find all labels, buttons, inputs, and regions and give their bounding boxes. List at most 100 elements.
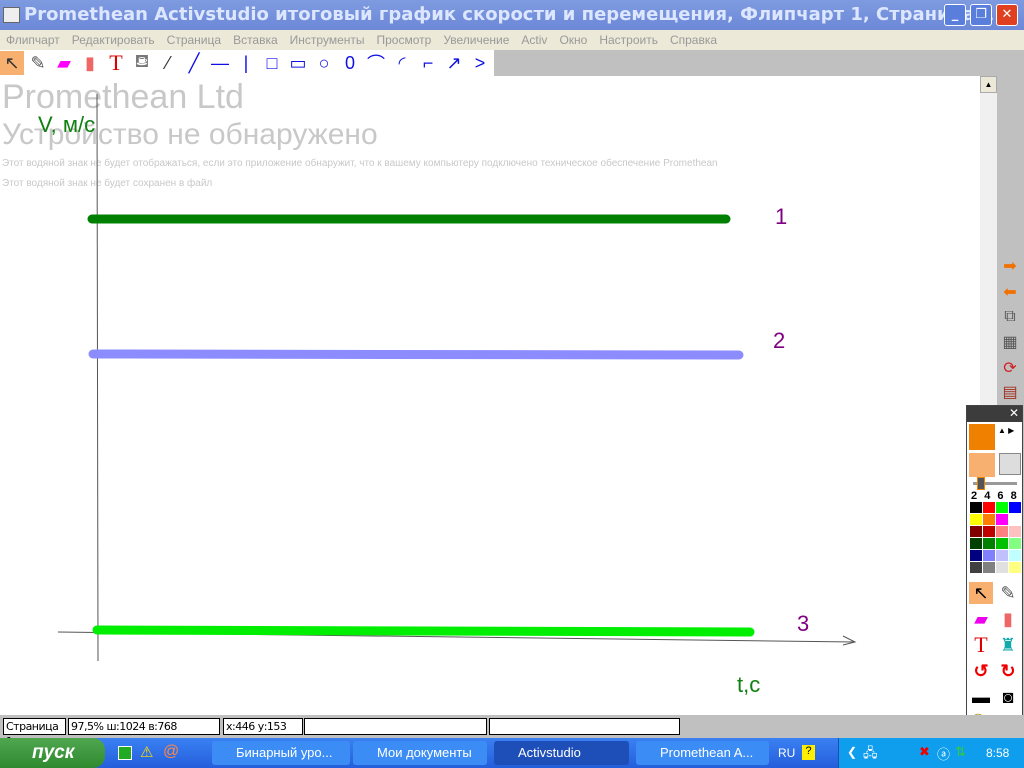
select-icon[interactable]: ↖ [0, 51, 24, 75]
minimize-button[interactable]: _ [944, 4, 966, 26]
color-swatch[interactable] [983, 502, 995, 513]
quicklaunch-warning-icon[interactable]: ⚠ [140, 743, 153, 761]
menu-zoom[interactable]: Увеличение [443, 33, 509, 47]
arc-icon[interactable]: ⌒ [364, 51, 388, 75]
menu-view[interactable]: Просмотр [377, 33, 432, 47]
highlighter-icon[interactable]: ▰ [52, 51, 76, 75]
maximize-button[interactable]: ❐ [970, 4, 992, 26]
color-swatch[interactable] [1009, 550, 1021, 561]
toolbox-arrows-icon[interactable]: ▲ ▶ [998, 426, 1014, 435]
spotlight-icon[interactable]: ◙ [996, 686, 1020, 708]
color-swatch[interactable] [970, 562, 982, 573]
flipchart-menu-icon[interactable] [969, 424, 995, 450]
menu-insert[interactable]: Вставка [233, 33, 278, 47]
curve-icon[interactable]: ⌐ [416, 51, 440, 75]
redo-icon[interactable]: ↻ [996, 660, 1020, 682]
toolbox-close-icon[interactable]: ✕ [967, 406, 1022, 422]
color-swatch[interactable] [996, 538, 1008, 549]
color-swatch[interactable] [983, 514, 995, 525]
menu-activ[interactable]: Activ [521, 33, 547, 47]
task-binary-lesson[interactable]: Бинарный уро... [212, 741, 350, 765]
circle-icon[interactable]: ○ [312, 51, 336, 75]
square-icon[interactable]: □ [260, 51, 284, 75]
language-indicator[interactable]: RU [778, 746, 795, 760]
scroll-up-button[interactable]: ▲ [980, 76, 997, 93]
color-swatch[interactable] [1009, 526, 1021, 537]
tray-updown-icon[interactable]: ⇅ [955, 744, 966, 760]
horizontal-line-icon[interactable]: — [208, 51, 232, 75]
main-toolbox: ✕ ▲ ▶ 2 4 6 8 ↖ ✎ ▰ ▮ T ♜ ↺ ↻ ▬ ◙ 🔍︎ ▣ [966, 405, 1023, 740]
highlighter-tool-icon[interactable]: ▰ [969, 608, 993, 630]
color-swatch[interactable] [970, 550, 982, 561]
close-button[interactable]: ✕ [996, 4, 1018, 26]
help-icon[interactable]: ? [802, 745, 815, 760]
color-swatch[interactable] [983, 550, 995, 561]
color-swatch[interactable] [1009, 514, 1021, 525]
network-icon[interactable]: 🖧︎ [863, 744, 878, 766]
clear-spray-icon[interactable]: ♜ [996, 634, 1020, 656]
color-swatch[interactable] [970, 538, 982, 549]
color-swatch[interactable] [970, 526, 982, 537]
x-axis-arrow [842, 635, 857, 646]
menu-page[interactable]: Страница [167, 33, 221, 47]
eraser-icon[interactable]: ▮ [78, 51, 102, 75]
color-swatch[interactable] [996, 514, 1008, 525]
quicklaunch-utorrent-icon[interactable] [118, 746, 132, 760]
graph-line-3[interactable] [92, 625, 755, 637]
tray-expand-icon[interactable]: ❮ [847, 745, 857, 759]
menu-tools[interactable]: Инструменты [290, 33, 365, 47]
menu-customize[interactable]: Настроить [599, 33, 658, 47]
color-swatch[interactable] [983, 526, 995, 537]
windows-desktop-icon[interactable] [999, 453, 1021, 475]
vertical-line-icon[interactable]: | [234, 51, 258, 75]
eraser-tool-icon[interactable]: ▮ [996, 608, 1020, 630]
color-swatch[interactable] [1009, 562, 1021, 573]
arrow-icon[interactable]: ↗ [442, 51, 466, 75]
menu-window[interactable]: Окно [559, 33, 587, 47]
fill-icon[interactable]: ⛾ [130, 51, 154, 75]
text-tool-icon[interactable]: T [969, 634, 993, 656]
flipchart-canvas[interactable]: Promethean Ltd Устройство не обнаружено … [0, 76, 980, 715]
color-swatch[interactable] [983, 538, 995, 549]
color-swatch[interactable] [970, 514, 982, 525]
page-thumbnails-icon[interactable]: ▦ [999, 332, 1021, 354]
menu-flipchart[interactable]: Флипчарт [6, 33, 60, 47]
ellipse-icon[interactable]: 0 [338, 51, 362, 75]
rectangle-icon[interactable]: ▭ [286, 51, 310, 75]
quicklaunch-mail-icon[interactable]: @ [163, 743, 179, 761]
refresh-icon[interactable]: ⟳ [999, 358, 1021, 380]
page-sorter-icon[interactable]: ⧉ [999, 308, 1021, 330]
task-my-documents[interactable]: Мои документы [353, 741, 487, 765]
task-promethean[interactable]: Promethean A... [636, 741, 769, 765]
desktop-annotate-icon[interactable] [969, 453, 995, 477]
menu-help[interactable]: Справка [670, 33, 717, 47]
next-page-icon[interactable]: ➡ [999, 256, 1021, 278]
color-swatch[interactable] [996, 550, 1008, 561]
pen-tool-icon[interactable]: ✎ [996, 582, 1020, 604]
start-button[interactable]: пуск [0, 738, 105, 768]
select-tool-icon[interactable]: ↖ [969, 582, 993, 604]
small-arc-icon[interactable]: ◜ [390, 51, 414, 75]
color-swatch[interactable] [1009, 538, 1021, 549]
text-icon[interactable]: T [104, 50, 128, 75]
color-swatch[interactable] [996, 562, 1008, 573]
color-swatch[interactable] [996, 526, 1008, 537]
undo-icon[interactable]: ↺ [969, 660, 993, 682]
angle-icon[interactable]: > [468, 51, 492, 75]
color-swatch[interactable] [970, 502, 982, 513]
resource-library-icon[interactable]: ▤ [999, 382, 1021, 404]
reveal-tool-icon[interactable]: ▬ [969, 686, 993, 708]
color-swatch[interactable] [996, 502, 1008, 513]
task-activstudio[interactable]: Activstudio [494, 741, 629, 765]
pen-icon[interactable]: ✎ [26, 51, 50, 75]
menu-edit[interactable]: Редактировать [72, 33, 155, 47]
eyedropper-icon[interactable]: ⁄ [156, 51, 180, 75]
pen-width-handle[interactable] [977, 477, 985, 490]
tray-alert-icon[interactable]: ✖ [919, 744, 930, 760]
graph-line-2[interactable] [88, 349, 744, 360]
color-swatch[interactable] [1009, 502, 1021, 513]
color-swatch[interactable] [983, 562, 995, 573]
previous-page-icon[interactable]: ⬅ [999, 282, 1021, 304]
tray-app-icon[interactable]: ⓐ [937, 744, 950, 763]
line-icon[interactable]: ╱ [182, 51, 206, 75]
